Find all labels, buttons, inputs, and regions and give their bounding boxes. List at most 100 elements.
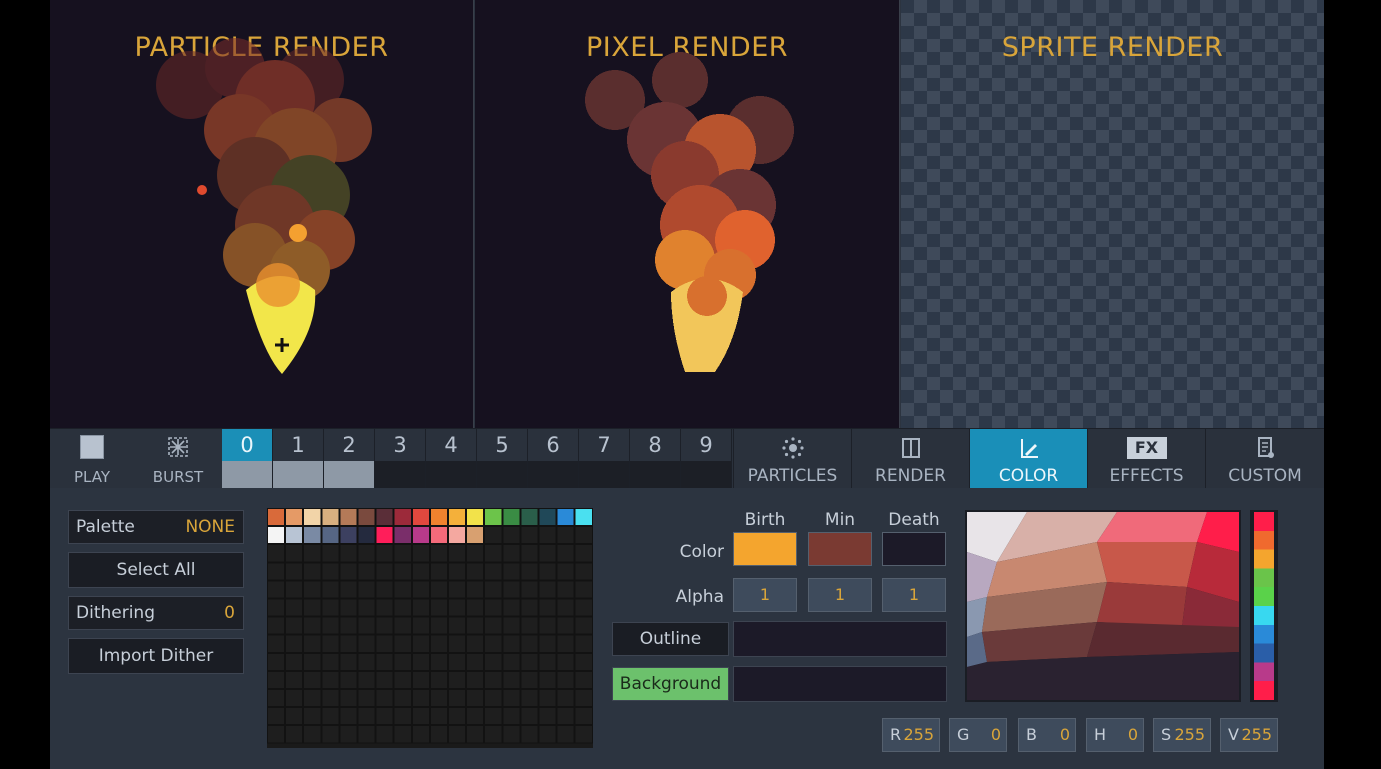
palette-cell[interactable] xyxy=(484,689,503,708)
palette-cell[interactable] xyxy=(339,544,358,563)
palette-cell[interactable] xyxy=(448,652,467,671)
palette-cell[interactable] xyxy=(411,508,430,527)
palette-cell[interactable] xyxy=(393,725,412,744)
channel-b-field[interactable]: B0 xyxy=(1018,718,1076,752)
palette-cell[interactable] xyxy=(285,544,304,563)
palette-cell[interactable] xyxy=(429,580,448,599)
palette-cell[interactable] xyxy=(538,652,557,671)
palette-cell[interactable] xyxy=(538,562,557,581)
palette-cell[interactable] xyxy=(466,544,485,563)
palette-cell[interactable] xyxy=(466,725,485,744)
palette-cell[interactable] xyxy=(267,544,286,563)
palette-cell[interactable] xyxy=(393,598,412,617)
min-alpha-input[interactable]: 1 xyxy=(808,578,872,612)
palette-cell[interactable] xyxy=(285,634,304,653)
palette-cell[interactable] xyxy=(429,652,448,671)
palette-cell[interactable] xyxy=(411,616,430,635)
palette-cell[interactable] xyxy=(448,508,467,527)
palette-cell[interactable] xyxy=(502,707,521,726)
palette-cell[interactable] xyxy=(484,544,503,563)
hue-swatch[interactable] xyxy=(1254,587,1274,606)
palette-cell[interactable] xyxy=(429,634,448,653)
palette-cell[interactable] xyxy=(556,652,575,671)
palette-cell[interactable] xyxy=(393,652,412,671)
palette-cell[interactable] xyxy=(357,670,376,689)
emitter-slot-4[interactable]: 4 xyxy=(426,429,477,489)
palette-cell[interactable] xyxy=(393,508,412,527)
palette-cell[interactable] xyxy=(538,544,557,563)
palette-cell[interactable] xyxy=(375,634,394,653)
palette-cell[interactable] xyxy=(556,508,575,527)
emitter-slot-2[interactable]: 2 xyxy=(324,429,375,489)
palette-cell[interactable] xyxy=(448,544,467,563)
hue-swatch[interactable] xyxy=(1254,681,1274,700)
palette-cell[interactable] xyxy=(267,634,286,653)
palette-cell[interactable] xyxy=(466,562,485,581)
palette-cell[interactable] xyxy=(556,616,575,635)
palette-cell[interactable] xyxy=(574,580,593,599)
palette-cell[interactable] xyxy=(375,526,394,545)
tab-render[interactable]: RENDER xyxy=(851,429,969,489)
palette-cell[interactable] xyxy=(574,689,593,708)
palette-cell[interactable] xyxy=(466,634,485,653)
particle-render-view[interactable]: PARTICLE RENDER xyxy=(50,0,474,428)
palette-cell[interactable] xyxy=(520,652,539,671)
emitter-slot-6[interactable]: 6 xyxy=(528,429,579,489)
palette-cell[interactable] xyxy=(520,670,539,689)
palette-cell[interactable] xyxy=(484,652,503,671)
palette-cell[interactable] xyxy=(339,634,358,653)
palette-cell[interactable] xyxy=(574,562,593,581)
palette-cell[interactable] xyxy=(285,707,304,726)
palette-cell[interactable] xyxy=(429,670,448,689)
hue-slider[interactable] xyxy=(1250,510,1278,702)
palette-cell[interactable] xyxy=(357,526,376,545)
background-button[interactable]: Background xyxy=(612,667,729,701)
palette-cell[interactable] xyxy=(375,725,394,744)
palette-cell[interactable] xyxy=(393,707,412,726)
palette-cell[interactable] xyxy=(466,689,485,708)
palette-cell[interactable] xyxy=(375,689,394,708)
sprite-render-view[interactable]: SPRITE RENDER xyxy=(901,0,1324,428)
palette-cell[interactable] xyxy=(411,634,430,653)
palette-cell[interactable] xyxy=(285,670,304,689)
palette-cell[interactable] xyxy=(448,562,467,581)
palette-cell[interactable] xyxy=(303,544,322,563)
palette-cell[interactable] xyxy=(339,526,358,545)
emitter-slot-3[interactable]: 3 xyxy=(375,429,426,489)
palette-cell[interactable] xyxy=(429,707,448,726)
palette-field[interactable]: Palette NONE xyxy=(68,510,244,544)
palette-cell[interactable] xyxy=(502,580,521,599)
palette-cell[interactable] xyxy=(484,634,503,653)
palette-cell[interactable] xyxy=(393,670,412,689)
palette-cell[interactable] xyxy=(303,616,322,635)
palette-cell[interactable] xyxy=(303,670,322,689)
emitter-slot-5[interactable]: 5 xyxy=(477,429,528,489)
palette-cell[interactable] xyxy=(393,544,412,563)
palette-cell[interactable] xyxy=(303,634,322,653)
palette-cell[interactable] xyxy=(538,670,557,689)
palette-cell[interactable] xyxy=(411,562,430,581)
hue-swatch[interactable] xyxy=(1254,549,1274,569)
palette-cell[interactable] xyxy=(357,544,376,563)
palette-cell[interactable] xyxy=(411,707,430,726)
palette-cell[interactable] xyxy=(502,544,521,563)
palette-cell[interactable] xyxy=(285,580,304,599)
palette-cell[interactable] xyxy=(285,526,304,545)
palette-cell[interactable] xyxy=(339,652,358,671)
palette-cell[interactable] xyxy=(303,580,322,599)
palette-cell[interactable] xyxy=(321,689,340,708)
palette-cell[interactable] xyxy=(357,634,376,653)
pixel-render-view[interactable]: PIXEL RENDER xyxy=(475,0,900,428)
palette-cell[interactable] xyxy=(556,544,575,563)
background-color-box[interactable] xyxy=(733,666,947,702)
palette-cell[interactable] xyxy=(556,562,575,581)
palette-cell[interactable] xyxy=(375,652,394,671)
palette-cell[interactable] xyxy=(267,652,286,671)
palette-cell[interactable] xyxy=(448,598,467,617)
palette-cell[interactable] xyxy=(538,580,557,599)
palette-cell[interactable] xyxy=(375,598,394,617)
palette-cell[interactable] xyxy=(321,707,340,726)
palette-cell[interactable] xyxy=(520,544,539,563)
palette-cell[interactable] xyxy=(429,616,448,635)
palette-cell[interactable] xyxy=(375,616,394,635)
